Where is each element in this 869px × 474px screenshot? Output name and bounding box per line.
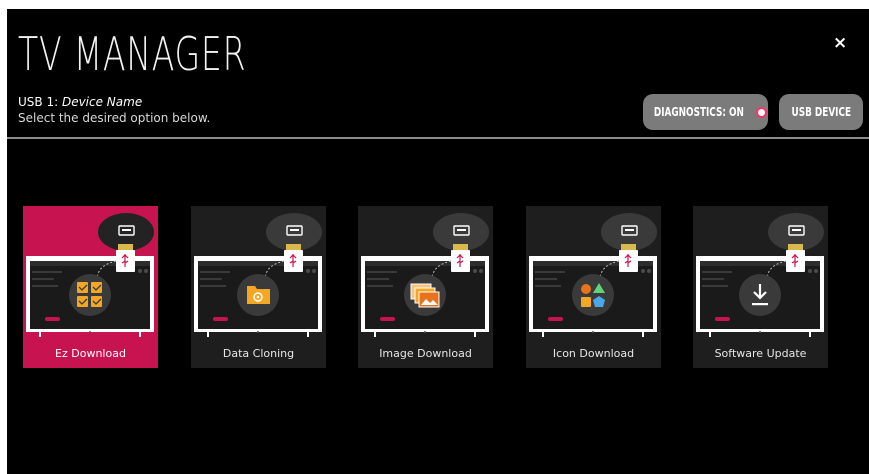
- usb-prefix: USB 1:: [18, 95, 62, 109]
- usb-device-button[interactable]: USB DEVICE: [779, 94, 863, 130]
- option-label: Icon Download: [552, 347, 635, 360]
- option-ez-download[interactable]: Ez Download: [23, 206, 158, 368]
- tv-usb-illustration: [26, 213, 154, 337]
- tv-usb-illustration: [696, 213, 824, 337]
- option-data-cloning[interactable]: Data Cloning: [191, 206, 326, 368]
- tv-usb-illustration: [194, 213, 322, 337]
- tv-usb-illustration: [529, 213, 657, 337]
- option-label: Software Update: [714, 347, 807, 360]
- header-divider: [7, 137, 869, 139]
- page-title: TV MANAGER: [18, 27, 247, 81]
- usb-device-label: USB DEVICE: [791, 105, 851, 119]
- usb-device-line: USB 1: Device Name: [18, 95, 142, 109]
- device-name: Device Name: [61, 95, 143, 109]
- tv-usb-illustration: [361, 213, 489, 337]
- option-image-download[interactable]: Image Download: [358, 206, 493, 368]
- close-button[interactable]: ×: [833, 33, 847, 53]
- option-icon-download[interactable]: Icon Download: [526, 206, 661, 368]
- diagnostics-label: DIAGNOSTICS: ON: [653, 105, 744, 119]
- instruction-text: Select the desired option below.: [18, 111, 211, 125]
- tv-manager-screen: TV MANAGER USB 1: Device Name Select the…: [7, 9, 869, 474]
- option-label: Data Cloning: [222, 347, 295, 360]
- option-software-update[interactable]: Software Update: [693, 206, 828, 368]
- option-label: Ez Download: [55, 347, 126, 360]
- option-label: Image Download: [379, 347, 472, 360]
- diagnostics-button[interactable]: DIAGNOSTICS: ON: [643, 94, 768, 130]
- status-dot-icon: [755, 106, 767, 118]
